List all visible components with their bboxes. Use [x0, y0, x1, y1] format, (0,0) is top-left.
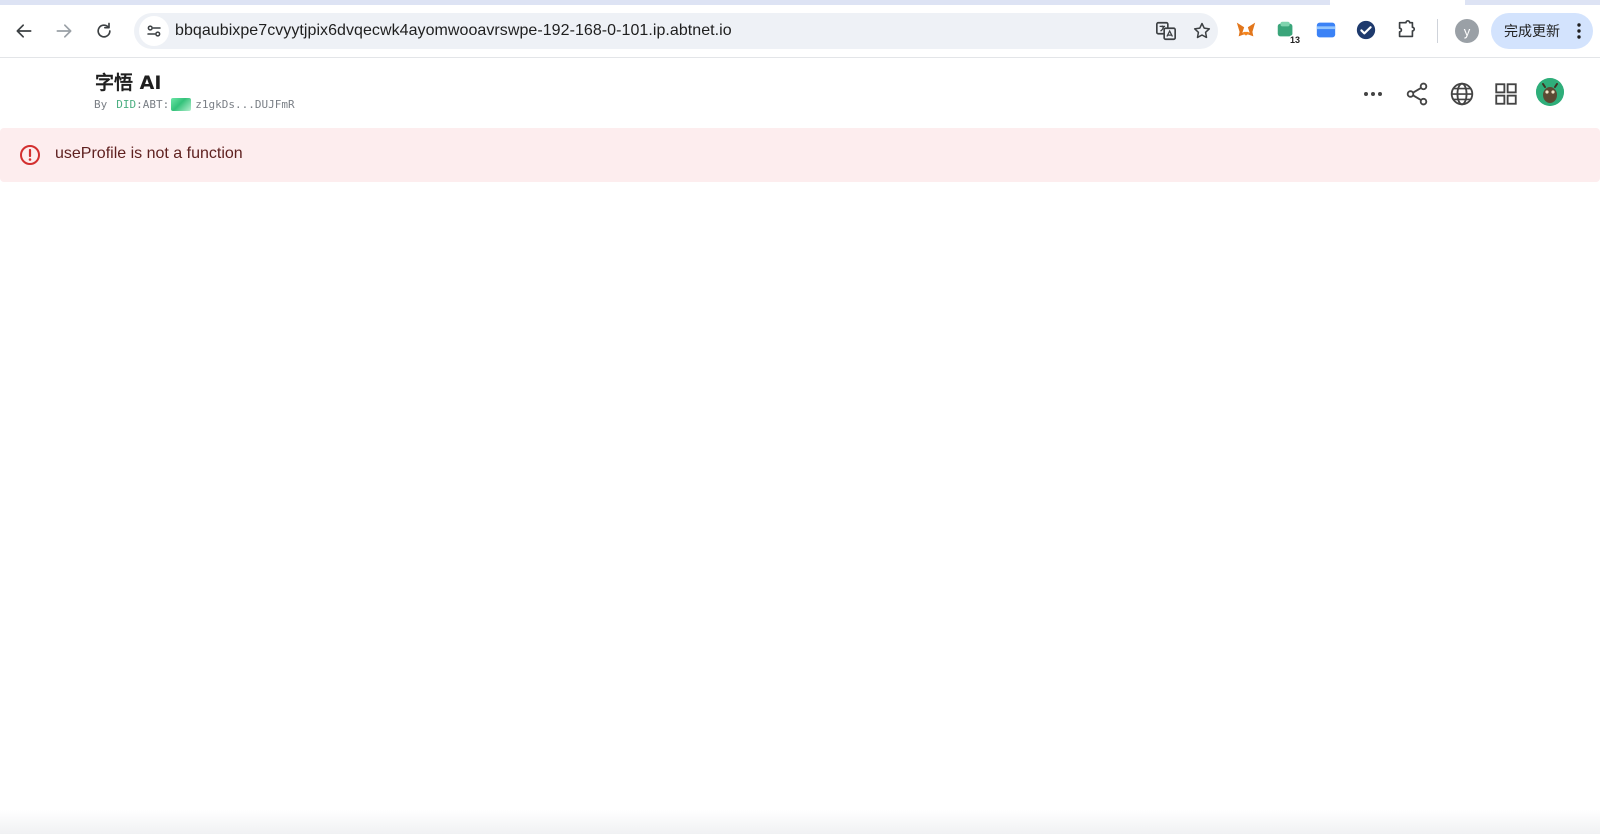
tune-icon [147, 25, 161, 37]
address-bar[interactable]: bbqaubixpe7cvyytjpix6dvqecwk4ayomwooavrs… [134, 13, 1218, 49]
did-label: DID [116, 98, 137, 111]
extensions-menu-button[interactable] [1394, 18, 1418, 42]
card-extension-button[interactable] [1314, 18, 1338, 42]
app-header: 字悟 AI By DID :ABT: z1gkDs...DUJFmR [0, 58, 1600, 128]
error-message: useProfile is not a function [55, 145, 243, 162]
more-options-button[interactable] [1358, 79, 1388, 109]
card-extension-icon [1316, 22, 1336, 38]
toolbar-divider [1437, 19, 1438, 43]
extension-badge: 13 [1287, 35, 1302, 46]
extensions-puzzle-icon [1398, 20, 1416, 38]
metamask-extension-button[interactable] [1234, 18, 1258, 42]
profile-button[interactable]: y [1455, 19, 1479, 43]
error-alert: useProfile is not a function [0, 128, 1600, 182]
user-avatar-icon [1536, 78, 1564, 106]
more-horizontal-icon [1364, 92, 1382, 96]
reload-icon [97, 22, 111, 38]
check-extension-icon [1356, 20, 1376, 40]
wallet-extension-button[interactable]: 13 [1274, 18, 1302, 46]
window-bottom-shadow [0, 810, 1600, 834]
arrow-right-icon [56, 24, 72, 38]
url-text[interactable]: bbqaubixpe7cvyytjpix6dvqecwk4ayomwooavrs… [175, 22, 732, 40]
byline-prefix: By [94, 98, 108, 111]
browser-toolbar: bbqaubixpe7cvyytjpix6dvqecwk4ayomwooavrs… [0, 0, 1600, 58]
forward-button[interactable] [48, 15, 80, 47]
error-outline-icon [20, 145, 40, 165]
did-address[interactable]: z1gkDs...DUJFmR [195, 98, 294, 111]
kebab-menu-icon[interactable] [1577, 23, 1581, 39]
bookmark-star-button[interactable] [1191, 20, 1213, 42]
site-info-button[interactable] [139, 16, 169, 46]
share-button[interactable] [1402, 79, 1432, 109]
apps-grid-button[interactable] [1491, 79, 1521, 109]
metamask-extension-icon [1236, 22, 1256, 37]
check-extension-button[interactable] [1354, 18, 1378, 42]
arrow-left-icon [16, 24, 32, 38]
update-button[interactable]: 完成更新 [1491, 13, 1593, 49]
language-button[interactable] [1447, 79, 1477, 109]
globe-icon [1450, 82, 1474, 106]
reload-button[interactable] [88, 15, 120, 47]
back-button[interactable] [8, 15, 40, 47]
app-title: 字悟 AI [95, 72, 162, 94]
translate-icon [1156, 21, 1176, 41]
did-scheme: :ABT: [136, 98, 170, 111]
tab-strip [0, 0, 1600, 5]
translate-button[interactable] [1155, 20, 1177, 42]
grid-icon [1495, 83, 1517, 105]
user-avatar[interactable] [1536, 78, 1564, 106]
did-avatar-icon [171, 98, 192, 111]
share-icon [1406, 82, 1428, 106]
star-icon [1193, 22, 1211, 39]
app-byline: By DID :ABT: z1gkDs...DUJFmR [94, 98, 295, 111]
update-label: 完成更新 [1504, 23, 1560, 39]
